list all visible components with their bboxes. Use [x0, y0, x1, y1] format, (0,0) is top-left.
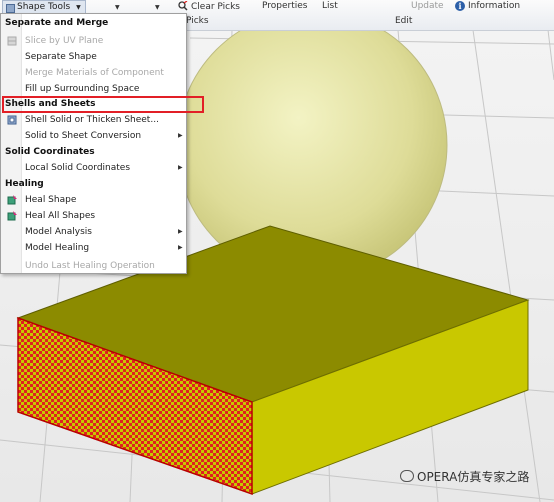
clear-picks-label: Clear Picks	[191, 2, 240, 12]
section-header-separate-and-merge: Separate and Merge	[5, 18, 109, 28]
highlight-annotation-box	[2, 96, 204, 113]
menu-item-solid-to-sheet-conversion[interactable]: Solid to Sheet Conversion	[25, 131, 141, 141]
shell-solid-icon	[7, 115, 17, 125]
heal-all-shapes-icon	[7, 211, 17, 221]
dropdown-arrow-icon[interactable]: ▼	[155, 4, 160, 11]
menu-item-separate-shape[interactable]: Separate Shape	[25, 52, 97, 62]
menu-item-undo-last-healing-operation[interactable]: Undo Last Healing Operation	[25, 261, 155, 271]
menu-item-shell-solid-or-thicken-sheet[interactable]: Shell Solid or Thicken Sheet...	[25, 115, 159, 125]
clear-picks-icon	[178, 1, 188, 11]
wechat-icon	[400, 470, 414, 482]
information-button[interactable]: i Information	[455, 1, 520, 11]
menu-item-slice-by-uv-plane[interactable]: Slice by UV Plane	[25, 36, 103, 46]
section-header-healing: Healing	[5, 179, 44, 189]
chevron-down-icon: ▼	[76, 4, 81, 11]
menu-item-model-healing[interactable]: Model Healing	[25, 243, 89, 253]
submenu-arrow-icon: ▶	[178, 228, 183, 235]
dropdown-arrow-icon[interactable]: ▼	[115, 4, 120, 11]
information-icon: i	[455, 1, 465, 11]
submenu-arrow-icon: ▶	[178, 164, 183, 171]
menu-item-local-solid-coordinates[interactable]: Local Solid Coordinates	[25, 163, 130, 173]
menu-icon-column	[1, 14, 22, 273]
slice-icon	[7, 36, 17, 46]
watermark: OPERA仿真专家之路	[400, 468, 529, 485]
edit-group-label: Edit	[395, 16, 413, 26]
shape-tools-label: Shape Tools	[17, 2, 71, 12]
shape-tools-icon	[6, 4, 15, 13]
menu-item-heal-shape[interactable]: Heal Shape	[25, 195, 76, 205]
section-header-solid-coordinates: Solid Coordinates	[5, 147, 95, 157]
menu-item-model-analysis[interactable]: Model Analysis	[25, 227, 92, 237]
menu-item-fill-up-surrounding-space[interactable]: Fill up Surrounding Space	[25, 84, 139, 94]
watermark-text: OPERA仿真专家之路	[417, 470, 530, 484]
submenu-arrow-icon: ▶	[178, 132, 183, 139]
update-button[interactable]: Update	[411, 1, 444, 11]
menu-item-merge-materials-of-component[interactable]: Merge Materials of Component	[25, 68, 164, 78]
picks-group-label: Picks	[186, 16, 209, 26]
clear-picks-button[interactable]: Clear Picks	[178, 1, 240, 12]
properties-button[interactable]: Properties	[262, 1, 307, 11]
submenu-arrow-icon: ▶	[178, 244, 183, 251]
heal-shape-icon	[7, 195, 17, 205]
list-button[interactable]: List	[322, 1, 338, 11]
menu-item-heal-all-shapes[interactable]: Heal All Shapes	[25, 211, 95, 221]
information-label: Information	[468, 1, 521, 11]
shape-tools-menu: Separate and Merge Slice by UV Plane Sep…	[0, 13, 187, 274]
